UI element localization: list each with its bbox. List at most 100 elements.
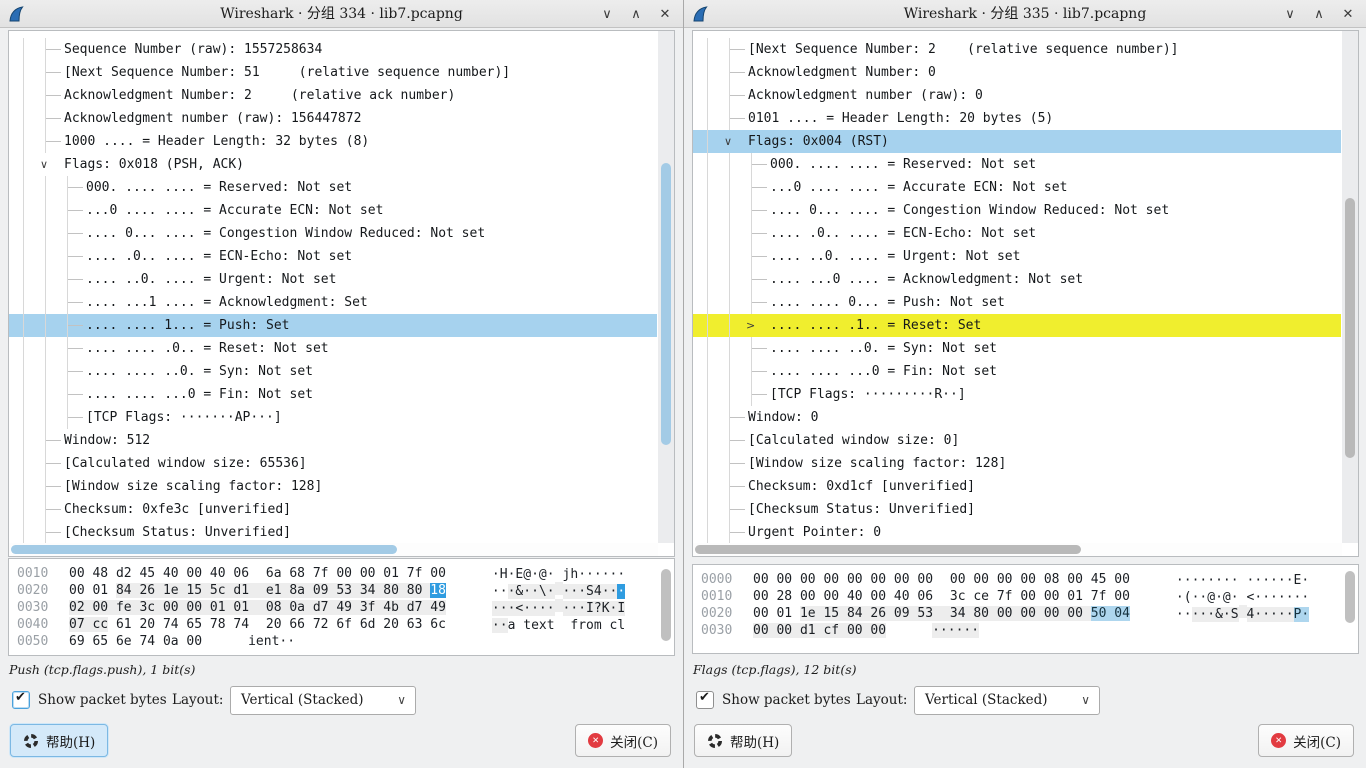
hex-byte[interactable]: 7f xyxy=(313,566,329,581)
hex-byte[interactable]: 80 xyxy=(383,583,399,598)
ascii-char[interactable]: · xyxy=(500,618,508,633)
hex-byte[interactable]: 80 xyxy=(407,583,423,598)
ascii-char[interactable]: e xyxy=(531,618,539,633)
hex-byte[interactable]: 20 xyxy=(139,617,155,632)
hex-byte[interactable]: 00 xyxy=(894,572,910,587)
ascii-char[interactable]: \ xyxy=(539,584,547,599)
hex-byte[interactable]: 00 xyxy=(847,572,863,587)
ascii-char[interactable]: · xyxy=(1176,590,1184,605)
hex-byte[interactable]: 66 xyxy=(289,617,305,632)
tree-row[interactable]: [TCP Flags: ·········R··] xyxy=(693,383,1341,406)
hex-byte[interactable]: ce xyxy=(973,589,989,604)
tree-row[interactable]: 000. .... .... = Reserved: Not set xyxy=(9,176,657,199)
hex-byte[interactable]: 00 xyxy=(870,623,886,638)
ascii-char[interactable]: n xyxy=(264,634,272,649)
window-shade-icon[interactable]: ∨ xyxy=(1282,7,1298,22)
hex-byte[interactable]: 28 xyxy=(776,589,792,604)
ascii-char[interactable]: · xyxy=(523,584,531,599)
ascii-char[interactable]: · xyxy=(1231,590,1239,605)
tree-row[interactable]: .... ...0 .... = Acknowledgment: Not set xyxy=(693,268,1341,291)
hex-byte[interactable]: 49 xyxy=(336,600,352,615)
hex-byte[interactable]: 68 xyxy=(289,566,305,581)
tree-row[interactable]: .... ...1 .... = Acknowledgment: Set xyxy=(9,291,657,314)
hex-byte[interactable]: 40 xyxy=(163,566,179,581)
hex-byte[interactable]: 09 xyxy=(894,606,910,621)
packet-detail-tree[interactable]: Sequence Number (raw): 1557258634[Next S… xyxy=(8,30,675,557)
ascii-char[interactable]: · xyxy=(492,567,500,582)
ascii-char[interactable]: · xyxy=(578,601,586,616)
hex-row[interactable]: 002000 01 1e 15 84 26 09 53 34 80 00 00 … xyxy=(701,605,1358,622)
ascii-char[interactable]: · xyxy=(932,623,940,638)
hex-byte[interactable]: 0a xyxy=(163,634,179,649)
hex-row[interactable]: 004007 cc 61 20 74 65 78 74 20 66 72 6f … xyxy=(17,616,674,633)
tree-row[interactable]: .... .... ..0. = Syn: Not set xyxy=(693,337,1341,360)
ascii-char[interactable]: · xyxy=(547,584,555,599)
ascii-char[interactable]: · xyxy=(492,584,500,599)
ascii-char[interactable]: · xyxy=(500,584,508,599)
ascii-char[interactable]: · xyxy=(1286,607,1294,622)
layout-select[interactable]: Vertical (Stacked) ∨ xyxy=(230,686,416,715)
hex-byte[interactable]: 4b xyxy=(383,600,399,615)
ascii-char[interactable]: · xyxy=(1270,607,1278,622)
hex-row[interactable]: 001000 48 d2 45 40 00 40 06 6a 68 7f 00 … xyxy=(17,565,674,582)
hex-byte[interactable]: 00 xyxy=(753,572,769,587)
tree-row[interactable]: Window: 0 xyxy=(693,406,1341,429)
hex-byte[interactable]: 00 xyxy=(917,572,933,587)
hex-byte[interactable]: 34 xyxy=(360,583,376,598)
ascii-char[interactable]: · xyxy=(500,601,508,616)
layout-select[interactable]: Vertical (Stacked) ∨ xyxy=(914,686,1100,715)
hex-byte[interactable]: 07 xyxy=(69,617,85,632)
hex-byte[interactable]: 00 xyxy=(753,623,769,638)
hex-byte[interactable]: 48 xyxy=(92,566,108,581)
tree-row[interactable]: [Checksum Status: Unverified] xyxy=(693,498,1341,521)
hex-row[interactable]: 000000 00 00 00 00 00 00 00 00 00 00 00 … xyxy=(701,571,1358,588)
ascii-char[interactable]: · xyxy=(1270,590,1278,605)
hex-byte[interactable]: 00 xyxy=(997,572,1013,587)
tree-row[interactable]: [TCP Flags: ·······AP···] xyxy=(9,406,657,429)
hex-byte[interactable]: 02 xyxy=(69,600,85,615)
hex-byte[interactable]: 00 xyxy=(69,566,85,581)
ascii-char[interactable]: @ xyxy=(1207,590,1215,605)
ascii-char[interactable]: · xyxy=(1286,590,1294,605)
hex-byte[interactable]: 3c xyxy=(139,600,155,615)
hex-byte[interactable]: 00 xyxy=(800,589,816,604)
expander-icon[interactable]: ∨ xyxy=(723,130,745,153)
hex-byte[interactable]: 8a xyxy=(289,583,305,598)
ascii-char[interactable]: I xyxy=(586,601,594,616)
ascii-char[interactable]: · xyxy=(531,567,539,582)
hex-row[interactable]: 005069 65 6e 74 0a 00ient·· xyxy=(17,633,674,650)
ascii-char[interactable]: · xyxy=(1301,607,1309,622)
hex-byte[interactable]: 01 xyxy=(776,606,792,621)
hex-byte[interactable]: 00 xyxy=(753,606,769,621)
vertical-scrollbar-thumb[interactable] xyxy=(1345,571,1355,623)
hex-byte[interactable]: 00 xyxy=(776,572,792,587)
ascii-char[interactable]: K xyxy=(602,601,610,616)
ascii-char[interactable]: S xyxy=(1231,607,1239,622)
window-close-icon[interactable]: ✕ xyxy=(1340,7,1356,22)
ascii-char[interactable]: · xyxy=(547,601,555,616)
ascii-char[interactable]: · xyxy=(578,567,586,582)
expander-icon[interactable]: ∨ xyxy=(39,153,61,176)
tree-row[interactable]: .... .... ...0 = Fin: Not set xyxy=(693,360,1341,383)
tree-row[interactable]: ...0 .... .... = Accurate ECN: Not set xyxy=(9,199,657,222)
tree-row[interactable]: [Calculated window size: 65536] xyxy=(9,452,657,475)
tree-row[interactable]: Acknowledgment number (raw): 0 xyxy=(693,84,1341,107)
tree-row[interactable]: .... .... 1... = Push: Set xyxy=(9,314,657,337)
hex-byte[interactable]: 00 xyxy=(823,589,839,604)
ascii-char[interactable]: · xyxy=(1286,573,1294,588)
hex-byte[interactable]: 00 xyxy=(360,566,376,581)
hex-byte[interactable]: 53 xyxy=(917,606,933,621)
vertical-scrollbar-thumb[interactable] xyxy=(1345,198,1355,458)
ascii-char[interactable]: m xyxy=(594,618,602,633)
hex-byte[interactable]: 65 xyxy=(186,617,202,632)
hex-byte[interactable]: 00 xyxy=(1067,606,1083,621)
hex-byte[interactable]: 74 xyxy=(233,617,249,632)
hex-byte[interactable]: 20 xyxy=(266,617,282,632)
tree-row[interactable]: Window: 512 xyxy=(9,429,657,452)
window-unshade-icon[interactable]: ∧ xyxy=(1311,7,1327,22)
tree-row[interactable]: [Next Sequence Number: 51 (relative sequ… xyxy=(9,61,657,84)
ascii-char[interactable]: I xyxy=(617,601,625,616)
hex-byte[interactable]: 00 xyxy=(823,572,839,587)
horizontal-scrollbar-track[interactable] xyxy=(9,543,658,556)
hex-byte[interactable]: 00 xyxy=(1114,572,1130,587)
